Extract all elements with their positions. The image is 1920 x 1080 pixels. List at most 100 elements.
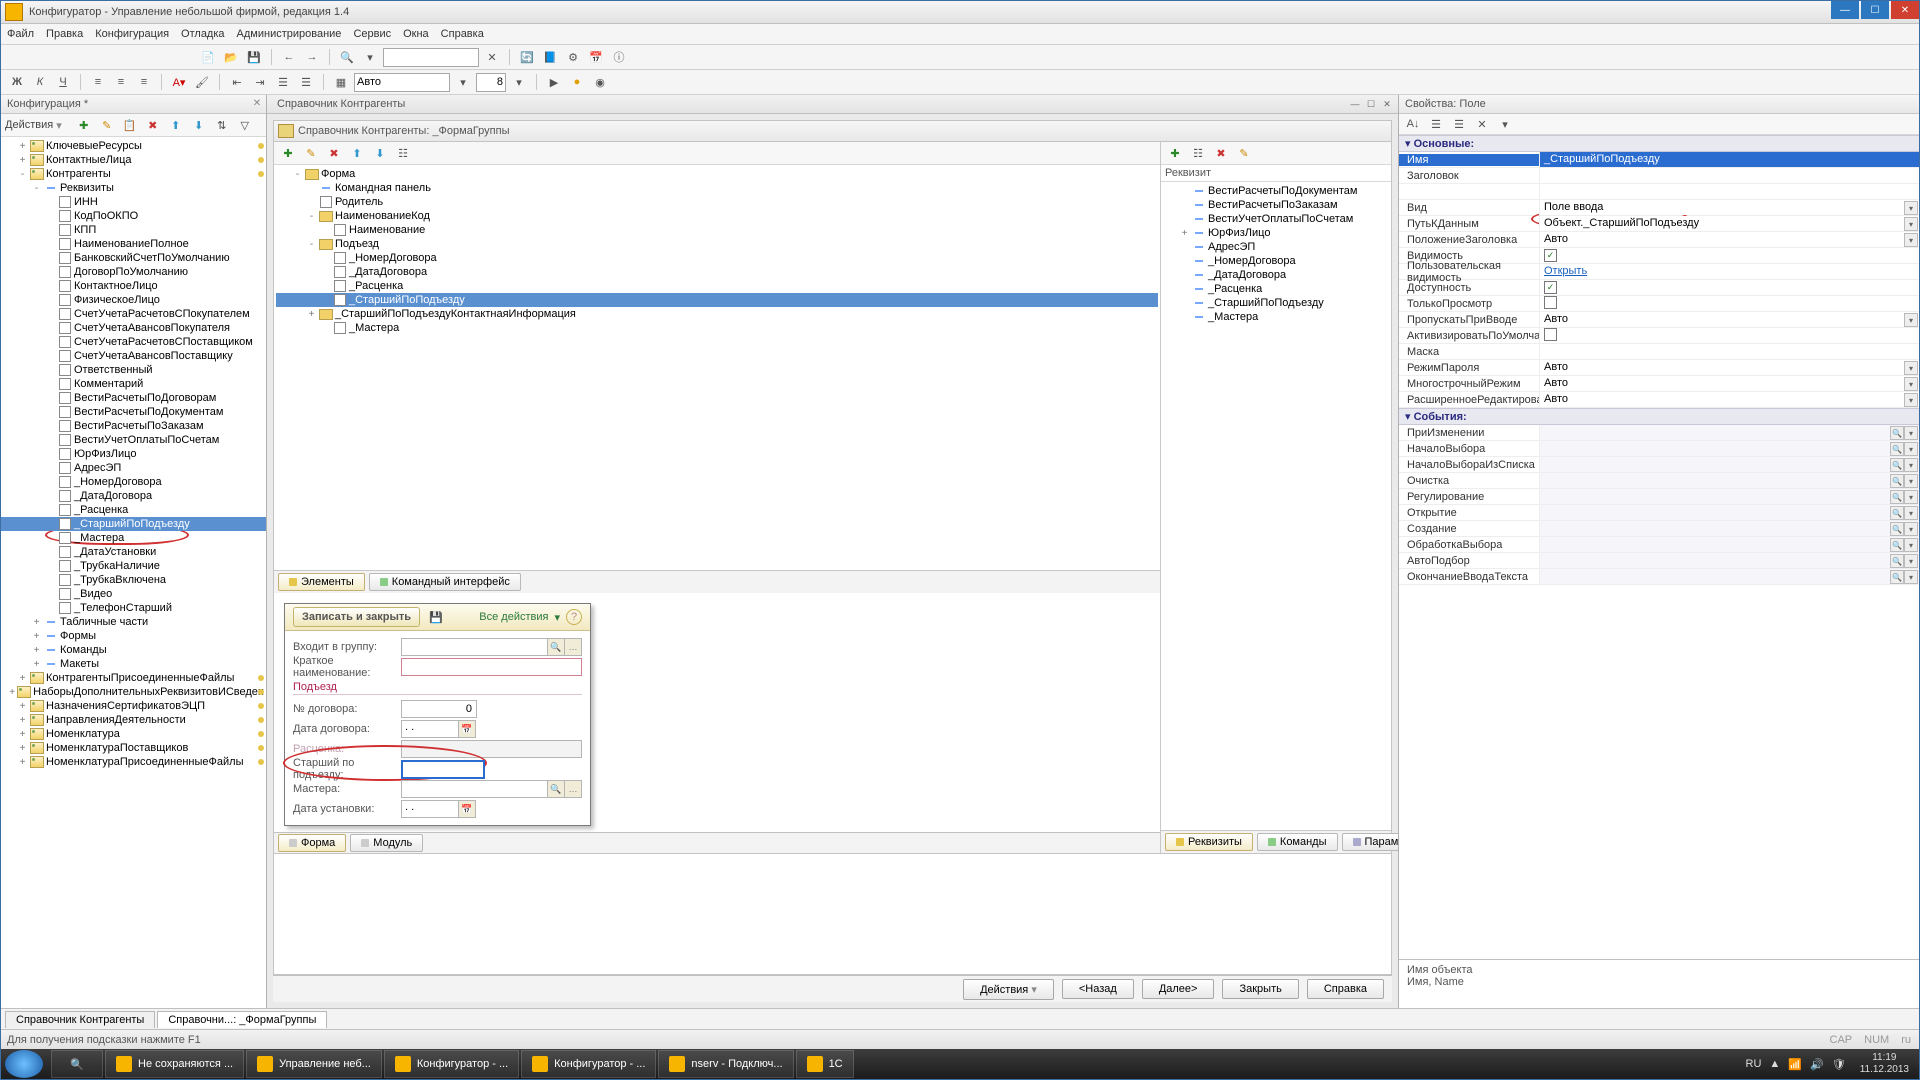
tree-item[interactable]: ВестиРасчетыПоДоговорам [1,391,266,405]
add-icon[interactable]: ✚ [74,115,94,135]
tree-item[interactable]: ВестиРасчетыПоДокументам [1,405,266,419]
tree-item[interactable]: _ДатаДоговора [276,265,1158,279]
panel-close-icon[interactable]: ✕ [251,97,263,109]
tree-item[interactable]: ЮрФизЛицо [1,447,266,461]
menu-Конфигурация[interactable]: Конфигурация [95,28,169,40]
tab-Элементы[interactable]: Элементы [278,573,365,591]
shortname-field[interactable] [401,658,582,676]
up2-icon[interactable]: ⬆ [347,143,367,163]
sort-icon[interactable]: ⇅ [212,115,232,135]
tree-item[interactable]: _ТрубкаВключена [1,573,266,587]
back-icon[interactable]: ← [279,47,299,67]
tab-Реквизиты[interactable]: Реквизиты [1165,833,1253,851]
add2-icon[interactable]: ✚ [278,143,298,163]
configuration-tree[interactable]: +КлючевыеРесурсы+КонтактныеЛица-Контраге… [1,137,266,1008]
edit-icon[interactable]: ✎ [97,115,117,135]
tray-shield-icon[interactable]: 🛡 [1832,1058,1846,1071]
stop-icon[interactable]: ◉ [590,72,610,92]
tree-item[interactable]: Родитель [276,195,1158,209]
taskbar-item[interactable]: Конфигуратор - ... [384,1050,519,1078]
prop-event-row[interactable]: ОкончаниеВводаТекста▾🔍 [1399,569,1919,585]
taskbar-item[interactable]: nserv - Подключ... [658,1050,793,1078]
edit2-icon[interactable]: ✎ [301,143,321,163]
prop-row[interactable]: АктивизироватьПоУмолчанию [1399,328,1919,344]
align-left-icon[interactable]: ≡ [88,72,108,92]
req-item[interactable]: _СтаршийПоПодъезду [1163,296,1389,310]
prop-row[interactable]: Маска [1399,344,1919,360]
window-minimize-button[interactable]: — [1831,1,1859,19]
prop-event-row[interactable]: НачалоВыбора▾🔍 [1399,441,1919,457]
save2-icon[interactable]: 💾 [426,607,446,627]
align-right-icon[interactable]: ≡ [134,72,154,92]
wizard-3[interactable]: Закрыть [1222,979,1298,999]
tray-flag-icon[interactable]: ▲ [1769,1058,1780,1070]
tree-item[interactable]: _ТрубкаНаличие [1,559,266,573]
dognum-field[interactable]: 0 [401,700,477,718]
actions-menu[interactable]: Действия [5,119,53,131]
up-icon[interactable]: ⬆ [166,115,186,135]
tree-item[interactable]: +КлючевыеРесурсы [1,139,266,153]
tree-item[interactable]: СчетУчетаАвансовПокупателя [1,321,266,335]
filter-icon[interactable]: ▽ [235,115,255,135]
window-tab[interactable]: Справочник Контрагенты [5,1011,155,1028]
tab-Командный интерфейс[interactable]: Командный интерфейс [369,573,521,591]
all-actions-link[interactable]: Все действия [479,611,548,623]
prop-event-row[interactable]: Очистка▾🔍 [1399,473,1919,489]
tree-item[interactable]: СчетУчетаРасчетовСПокупателем [1,307,266,321]
expand-icon[interactable]: ☰ [1449,114,1469,134]
req-item[interactable]: _НомерДоговора [1163,254,1389,268]
prop-row[interactable]: ПутьКДаннымОбъект._СтаршийПоПодъезду▾ [1399,216,1919,232]
mdi-max-icon[interactable]: ☐ [1364,98,1378,110]
debug-icon[interactable]: ● [567,72,587,92]
mdi-min-icon[interactable]: — [1348,98,1362,110]
tree-item[interactable]: -НаименованиеКод [276,209,1158,223]
properties-grid[interactable]: Основные:Имя_СтаршийПоПодъездуЗаголовокВ… [1399,135,1919,959]
settings-icon[interactable]: ⚙ [563,47,583,67]
tree-item[interactable]: _НомерДоговора [276,251,1158,265]
numlist-icon[interactable]: ☰ [296,72,316,92]
forward-icon[interactable]: → [302,47,322,67]
tray-sound-icon[interactable]: 🔊 [1810,1058,1824,1071]
prop-row[interactable]: ВидПоле ввода▾ [1399,200,1919,216]
grid-icon[interactable]: ▦ [331,72,351,92]
dogdate-field[interactable]: . .📅 [401,720,476,738]
senior-field[interactable] [401,760,485,779]
cat-icon[interactable]: ☰ [1426,114,1446,134]
menu-Справка[interactable]: Справка [441,28,484,40]
tree-item[interactable]: АдресЭП [1,461,266,475]
prop-event-row[interactable]: Открытие▾🔍 [1399,505,1919,521]
tree-item[interactable]: КПП [1,223,266,237]
del3-icon[interactable]: ✖ [1211,143,1231,163]
tree-item[interactable]: +_СтаршийПоПодъездуКонтактнаяИнформация [276,307,1158,321]
prop-event-row[interactable]: Регулирование▾🔍 [1399,489,1919,505]
tree-item[interactable]: Командная панель [276,181,1158,195]
search-input[interactable] [383,48,479,67]
menu-Окна[interactable]: Окна [403,28,429,40]
tree-item[interactable]: _НомерДоговора [1,475,266,489]
prop-row[interactable] [1399,184,1919,200]
form-structure-tree[interactable]: -ФормаКомандная панельРодитель-Наименова… [274,165,1160,570]
window-tab[interactable]: Справочни...: _ФормаГруппы [157,1011,327,1028]
outdent-icon[interactable]: ⇤ [227,72,247,92]
cols-icon[interactable]: ☷ [1188,143,1208,163]
tree-item[interactable]: +КонтактныеЛица [1,153,266,167]
tree-item[interactable]: +НазначенияСертификатовЭЦП [1,699,266,713]
props-icon[interactable]: ☷ [393,143,413,163]
tab-Команды[interactable]: Команды [1257,833,1338,851]
clear-prop-icon[interactable]: ✕ [1472,114,1492,134]
tree-item[interactable]: +НаправленияДеятельности [1,713,266,727]
inst-field[interactable]: . .📅 [401,800,476,818]
req-item[interactable]: ВестиРасчетыПоЗаказам [1163,198,1389,212]
tree-item[interactable]: ВестиРасчетыПоЗаказам [1,419,266,433]
tree-item[interactable]: +КонтрагентыПрисоединенныеФайлы [1,671,266,685]
req-item[interactable]: ВестиУчетОплатыПоСчетам [1163,212,1389,226]
tree-item[interactable]: +Макеты [1,657,266,671]
align-center-icon[interactable]: ≡ [111,72,131,92]
prop-event-row[interactable]: ОбработкаВыбора▾🔍 [1399,537,1919,553]
tree-item[interactable]: _ДатаДоговора [1,489,266,503]
tree-item[interactable]: +НоменклатураПоставщиков [1,741,266,755]
tree-item[interactable]: Комментарий [1,377,266,391]
lang-indicator[interactable]: RU [1746,1058,1762,1070]
clock[interactable]: 11:19 11.12.2013 [1854,1052,1915,1076]
tree-item[interactable]: Наименование [276,223,1158,237]
